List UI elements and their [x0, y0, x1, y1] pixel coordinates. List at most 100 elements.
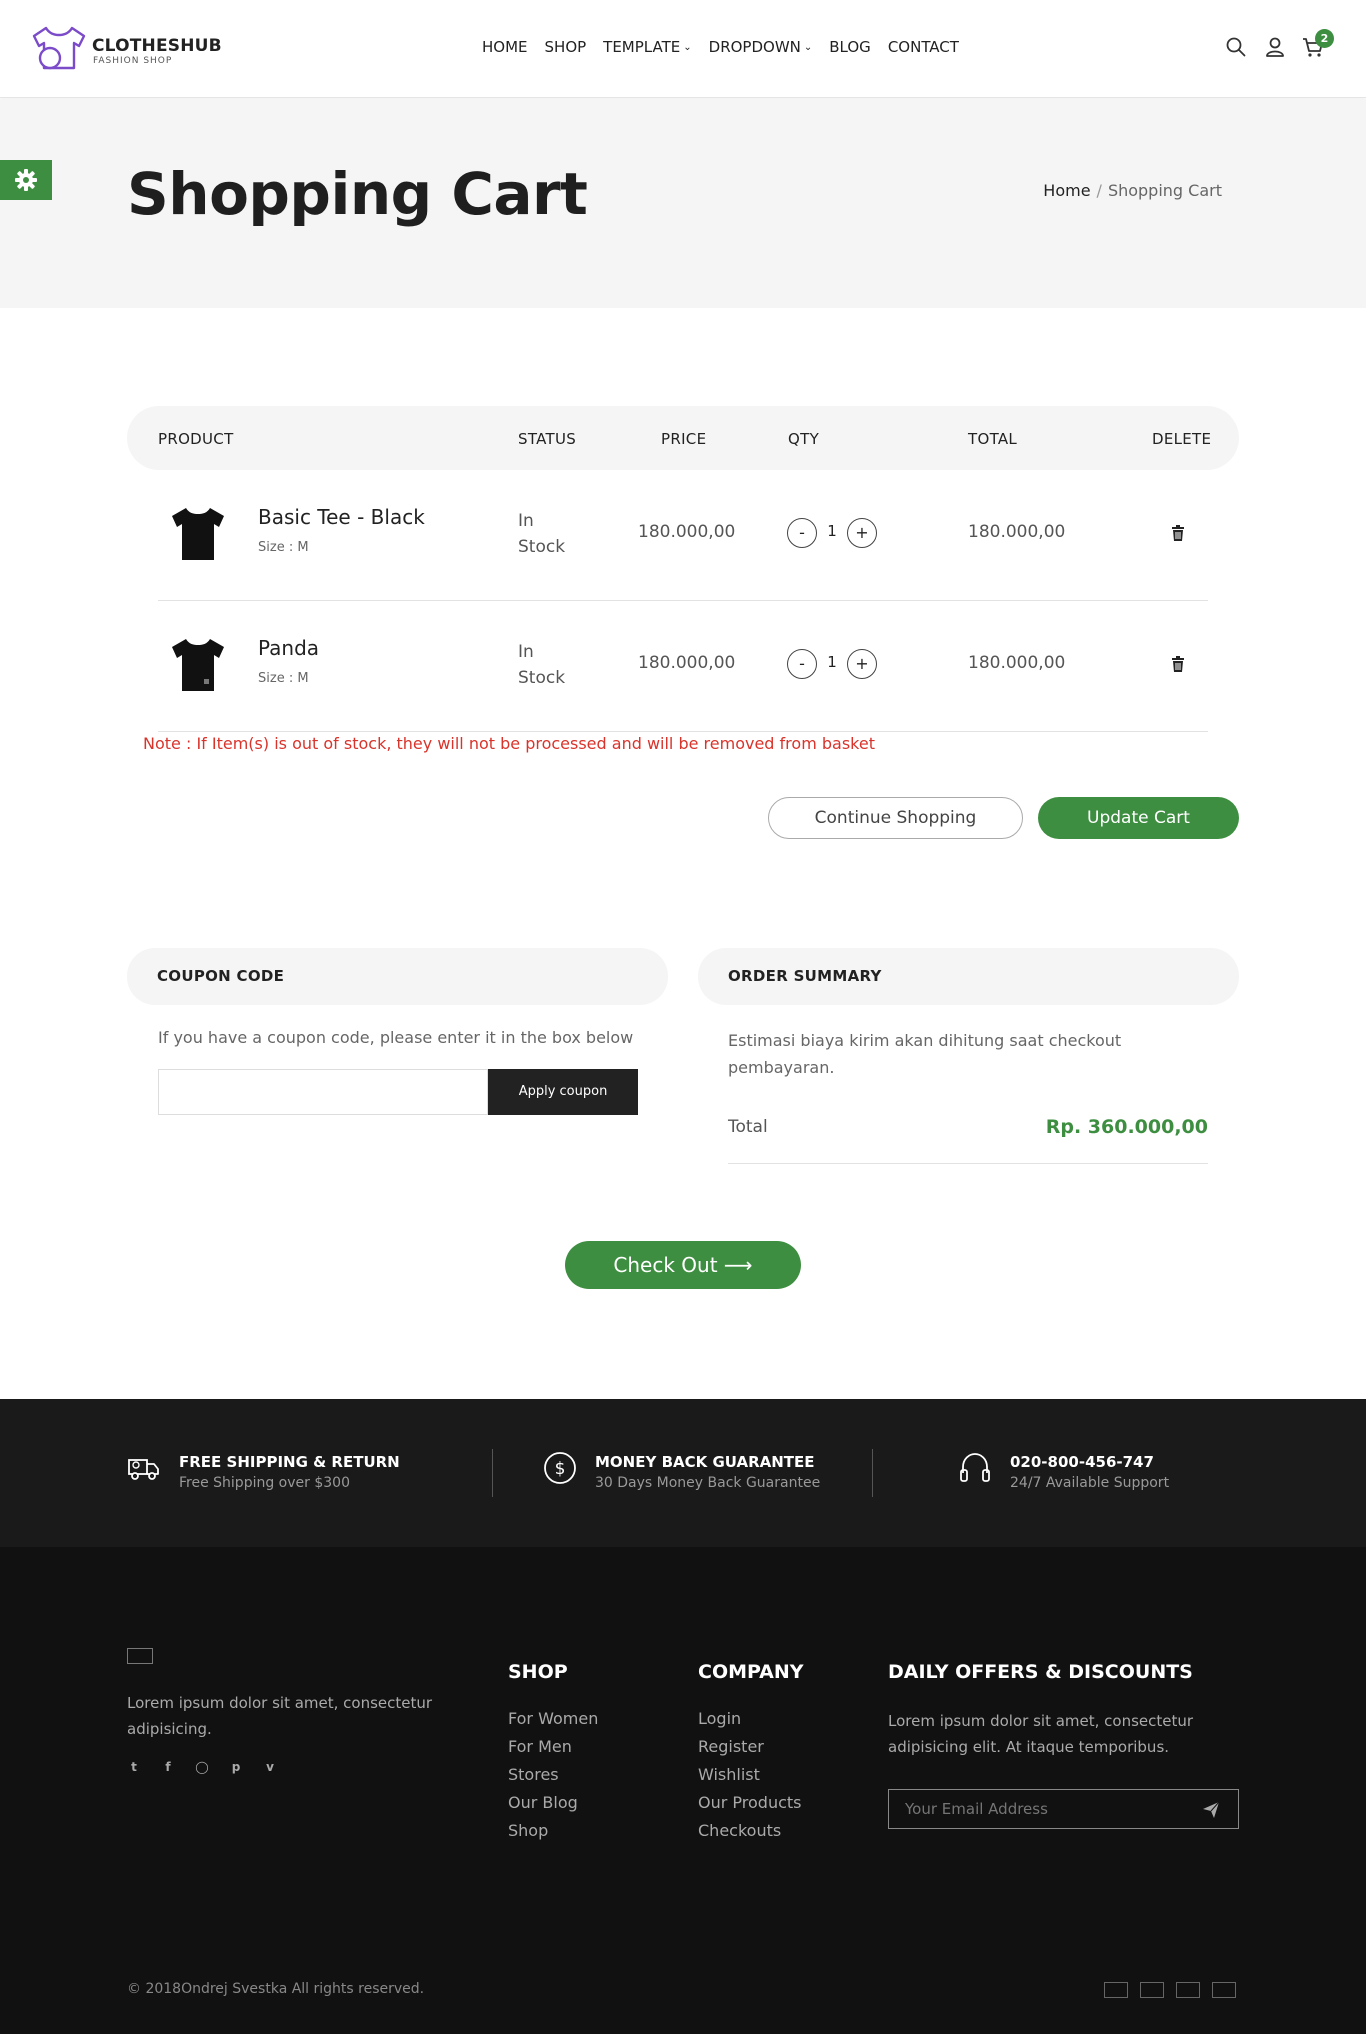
nav-item-template[interactable]: TEMPLATE ⌄ — [603, 38, 691, 56]
nav-item-contact[interactable]: CONTACT — [888, 38, 959, 56]
user-icon[interactable] — [1264, 36, 1286, 58]
payment-icons — [1104, 1982, 1236, 1998]
instagram-icon[interactable]: ◯ — [195, 1760, 209, 1774]
footer-link[interactable]: Our Products — [698, 1794, 801, 1822]
send-icon[interactable] — [1202, 1801, 1220, 1819]
coupon-heading: COUPON CODE — [157, 967, 285, 985]
social-links: t f ◯ p v — [127, 1760, 277, 1774]
product-size: Size : M — [258, 671, 309, 686]
nav-label: BLOG — [829, 38, 871, 56]
coupon-code-input[interactable] — [158, 1069, 488, 1115]
footer-link[interactable]: Register — [698, 1738, 801, 1766]
product-name[interactable]: Panda — [258, 636, 319, 660]
feature-subtitle: Free Shipping over $300 — [179, 1475, 350, 1491]
cart-count-badge: 2 — [1315, 29, 1334, 48]
newsletter-form — [888, 1789, 1239, 1829]
footer-shop-links: For Women For Men Stores Our Blog Shop — [508, 1710, 598, 1850]
nav-label: SHOP — [544, 38, 587, 56]
product-name[interactable]: Basic Tee - Black — [258, 505, 425, 529]
truck-icon — [128, 1459, 159, 1480]
shipping-estimate-text: Estimasi biaya kirim akan dihitung saat … — [728, 1031, 1122, 1077]
logo-subtitle: FASHION SHOP — [93, 56, 173, 66]
nav-label: TEMPLATE — [603, 38, 681, 56]
settings-button[interactable] — [0, 160, 52, 200]
qty-value[interactable]: 1 — [826, 522, 838, 540]
footer-link[interactable]: Wishlist — [698, 1766, 801, 1794]
footer-link[interactable]: For Men — [508, 1738, 598, 1766]
stock-status: In Stock — [518, 642, 566, 688]
stock-note: Note : If Item(s) is out of stock, they … — [143, 734, 875, 753]
footer-link[interactable]: For Women — [508, 1710, 598, 1738]
col-header-price: PRICE — [661, 430, 707, 448]
footer-link[interactable]: Shop — [508, 1822, 598, 1850]
chevron-down-icon: ⌄ — [683, 41, 692, 53]
product-price: 180.000,00 — [638, 653, 736, 673]
divider — [492, 1449, 493, 1497]
col-header-delete: DELETE — [1152, 430, 1212, 448]
twitter-icon[interactable]: t — [127, 1760, 141, 1774]
qty-decrease-button[interactable]: - — [787, 649, 817, 679]
cart-table-header: PRODUCT STATUS PRICE QTY TOTAL DELETE — [127, 406, 1239, 470]
newsletter-email-input[interactable] — [905, 1800, 1185, 1818]
features-bar: FREE SHIPPING & RETURN Free Shipping ove… — [0, 1399, 1366, 1547]
payment-icon — [1176, 1982, 1200, 1998]
qty-decrease-button[interactable]: - — [787, 518, 817, 548]
apply-coupon-button[interactable]: Apply coupon — [488, 1069, 638, 1115]
payment-icon — [1104, 1982, 1128, 1998]
footer-offers-title: DAILY OFFERS & DISCOUNTS — [888, 1661, 1193, 1683]
footer-logo-broken-image[interactable] — [127, 1648, 153, 1664]
feature-title: 020-800-456-747 — [1010, 1453, 1154, 1471]
footer-link[interactable]: Login — [698, 1710, 801, 1738]
facebook-icon[interactable]: f — [161, 1760, 175, 1774]
product-image[interactable] — [166, 502, 230, 566]
product-image[interactable] — [166, 633, 230, 697]
pinterest-icon[interactable]: p — [229, 1760, 243, 1774]
order-summary-heading: ORDER SUMMARY — [728, 967, 882, 985]
footer-link[interactable]: Our Blog — [508, 1794, 598, 1822]
vimeo-icon[interactable]: v — [263, 1760, 277, 1774]
checkout-button[interactable]: Check Out ⟶ — [565, 1241, 801, 1289]
headset-icon — [960, 1453, 990, 1482]
search-icon[interactable] — [1225, 36, 1247, 58]
dollar-icon: $ — [544, 1452, 576, 1484]
cart-row: Panda Size : M In Stock 180.000,00 - 1 +… — [158, 601, 1208, 732]
feature-title: FREE SHIPPING & RETURN — [179, 1453, 400, 1471]
footer-about-text: Lorem ipsum dolor sit amet, consectetur … — [127, 1694, 433, 1738]
col-header-status: STATUS — [518, 430, 577, 448]
svg-text:$: $ — [555, 1459, 566, 1479]
total-value: Rp. 360.000,00 — [1045, 1116, 1208, 1138]
total-label: Total — [728, 1117, 768, 1137]
nav-item-dropdown[interactable]: DROPDOWN ⌄ — [709, 38, 813, 56]
qty-increase-button[interactable]: + — [847, 649, 877, 679]
qty-increase-button[interactable]: + — [847, 518, 877, 548]
trash-icon[interactable] — [1170, 524, 1186, 542]
feature-subtitle: 24/7 Available Support — [1010, 1475, 1170, 1491]
nav-item-blog[interactable]: BLOG — [829, 38, 871, 56]
logo[interactable]: CLOTHESHUB FASHION SHOP — [30, 24, 230, 76]
breadcrumb-current: Shopping Cart — [1107, 181, 1222, 200]
feature-subtitle: 30 Days Money Back Guarantee — [595, 1475, 821, 1491]
cart-row: Basic Tee - Black Size : M In Stock 180.… — [158, 470, 1208, 601]
payment-icon — [1140, 1982, 1164, 1998]
breadcrumb: Home / Shopping Cart — [1043, 181, 1222, 200]
gear-icon — [15, 169, 37, 191]
main-nav: HOME SHOP TEMPLATE ⌄ DROPDOWN ⌄ BLOG CONTA… — [482, 38, 976, 56]
breadcrumb-home[interactable]: Home — [1043, 181, 1090, 200]
footer-company-title: COMPANY — [698, 1661, 804, 1683]
footer-shop-title: SHOP — [508, 1661, 568, 1683]
col-header-total: TOTAL — [968, 430, 1018, 448]
copyright-text: © 2018Ondrej Svestka All rights reserved… — [127, 1981, 425, 1997]
feature-title: MONEY BACK GUARANTEE — [595, 1453, 815, 1471]
footer-link[interactable]: Checkouts — [698, 1822, 801, 1850]
col-header-qty: QTY — [788, 430, 820, 448]
nav-item-shop[interactable]: SHOP — [545, 38, 587, 56]
qty-value[interactable]: 1 — [826, 653, 838, 671]
nav-label: DROPDOWN — [708, 38, 801, 56]
site-header: CLOTHESHUB FASHION SHOP HOME SHOP TEMPLA… — [0, 0, 1366, 98]
footer-link[interactable]: Stores — [508, 1766, 598, 1794]
update-cart-button[interactable]: Update Cart — [1038, 797, 1239, 839]
continue-shopping-button[interactable]: Continue Shopping — [768, 797, 1023, 839]
trash-icon[interactable] — [1170, 655, 1186, 673]
coupon-heading-bar: COUPON CODE — [127, 948, 668, 1005]
nav-item-home[interactable]: HOME — [482, 38, 528, 56]
